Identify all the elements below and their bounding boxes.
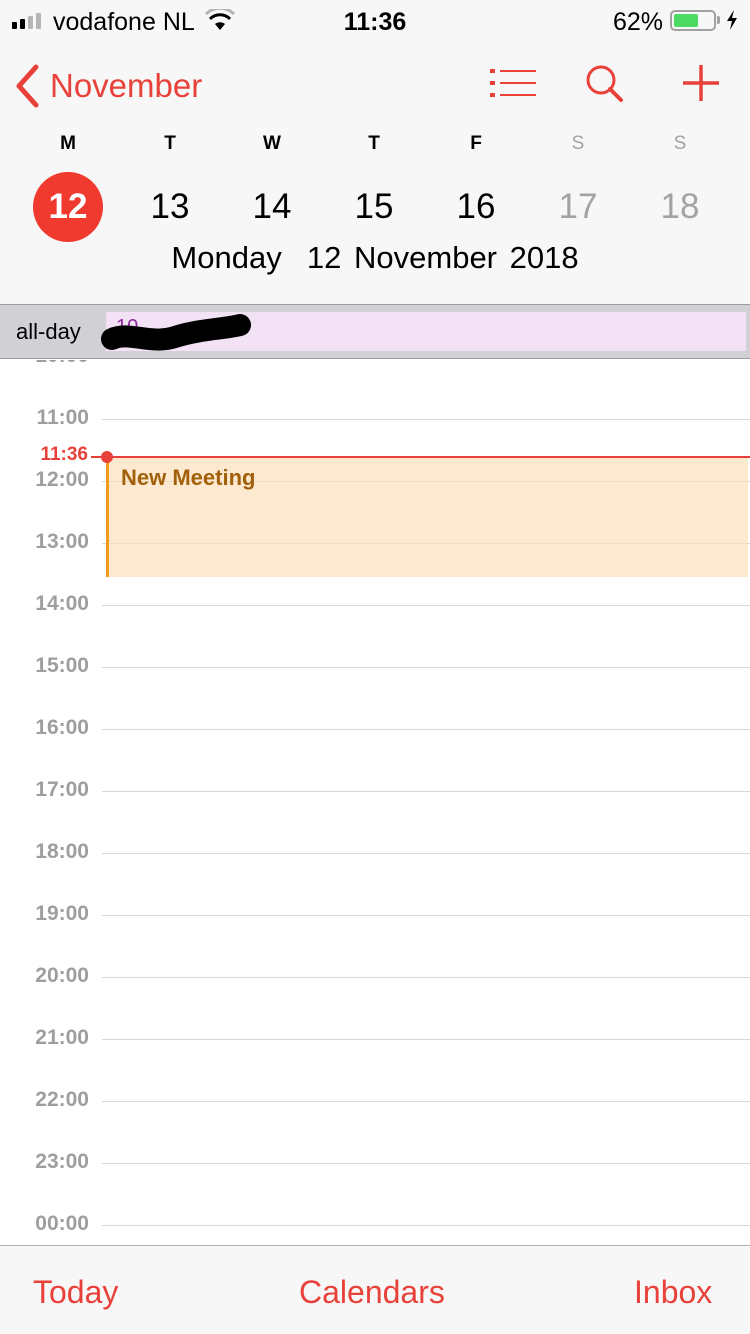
hour-gridline: [102, 1101, 750, 1102]
calendar-event[interactable]: New Meeting: [106, 456, 748, 578]
hour-label: 20:00: [35, 964, 89, 987]
hour-label: 21:00: [35, 1026, 89, 1049]
day-wednesday[interactable]: W 14: [221, 130, 323, 242]
hour-row: 21:00: [0, 1026, 750, 1049]
hour-label: 19:00: [35, 902, 89, 925]
hour-label: 18:00: [35, 840, 89, 863]
day-of-week: W: [263, 133, 281, 154]
hour-gridline: [102, 605, 750, 606]
day-number[interactable]: 18: [645, 172, 715, 242]
tab-bar: Today Calendars Inbox: [0, 1245, 750, 1334]
hour-label: 13:00: [35, 530, 89, 553]
navigation-bar: November: [0, 56, 750, 116]
day-number[interactable]: 17: [543, 172, 613, 242]
day-tuesday[interactable]: T 13: [119, 130, 221, 242]
back-label: November: [50, 67, 203, 104]
list-icon[interactable]: [490, 69, 538, 99]
hour-row: 14:00: [0, 592, 750, 615]
hour-row: 22:00: [0, 1088, 750, 1111]
day-friday[interactable]: F 16: [425, 130, 527, 242]
hour-gridline: [102, 977, 750, 978]
all-day-row: all-day 10: [0, 304, 750, 359]
hour-gridline: [102, 1225, 750, 1226]
hour-gridline: [102, 729, 750, 730]
hour-label: 00:00: [35, 1212, 89, 1235]
hour-gridline: [102, 853, 750, 854]
hour-row: 19:00: [0, 902, 750, 925]
current-time-indicator: 11:36: [0, 444, 750, 465]
current-time-label: 11:36: [40, 444, 88, 466]
hour-label: 11:00: [36, 406, 89, 429]
day-number[interactable]: 15: [339, 172, 409, 242]
event-hour-line: [109, 542, 748, 544]
header: vodafone NL 11:36 62% November M 12 T 13…: [0, 0, 750, 304]
day-saturday[interactable]: S 17: [527, 130, 629, 242]
day-timeline[interactable]: 10:00 11:00 12:00 13:00 14:00 15:00 16:00 17:00…: [0, 360, 750, 1245]
hour-row: 16:00: [0, 716, 750, 739]
day-of-week: T: [164, 133, 176, 154]
hour-label: 23:00: [35, 1150, 89, 1173]
battery-tip: [717, 16, 720, 24]
day-monday[interactable]: M 12: [17, 130, 119, 242]
status-bar: vodafone NL 11:36 62%: [0, 0, 750, 40]
event-title: New Meeting: [121, 465, 256, 491]
hour-label: 22:00: [35, 1088, 89, 1111]
day-sunday[interactable]: S 18: [629, 130, 731, 242]
hour-row: 20:00: [0, 964, 750, 987]
redaction-scribble: [101, 314, 251, 351]
plus-icon[interactable]: [682, 64, 720, 102]
day-of-week: F: [470, 133, 482, 154]
current-time-line: [107, 456, 750, 459]
hour-row: 15:00: [0, 654, 750, 677]
hour-label: 14:00: [35, 592, 89, 615]
hour-label: 12:00: [35, 468, 89, 491]
day-number[interactable]: 14: [237, 172, 307, 242]
hour-label: 10:00: [0, 360, 89, 368]
hour-label: 16:00: [35, 716, 89, 739]
day-of-week: M: [60, 133, 76, 154]
hour-label: 17:00: [35, 778, 89, 801]
hour-gridline: [102, 667, 750, 668]
hour-row: 17:00: [0, 778, 750, 801]
inbox-button[interactable]: Inbox: [634, 1274, 712, 1311]
day-number[interactable]: 16: [441, 172, 511, 242]
hour-row: 11:00: [0, 406, 750, 429]
day-number[interactable]: 12: [33, 172, 103, 242]
hour-row: 23:00: [0, 1150, 750, 1173]
hour-gridline: [102, 791, 750, 792]
hour-gridline: [102, 915, 750, 916]
today-button[interactable]: Today: [33, 1274, 118, 1311]
hour-row: 18:00: [0, 840, 750, 863]
charging-bolt-icon: [727, 10, 737, 30]
hour-gridline: [102, 419, 750, 420]
back-button[interactable]: November: [14, 64, 202, 108]
hour-label: 15:00: [35, 654, 89, 677]
battery-percent: 62%: [612, 8, 663, 36]
battery-icon: [670, 10, 716, 31]
chevron-left-icon: [16, 64, 39, 108]
current-time-tick: [91, 456, 101, 459]
search-icon[interactable]: [585, 64, 625, 104]
day-of-week: S: [673, 133, 687, 154]
day-number[interactable]: 13: [135, 172, 205, 242]
day-of-week: S: [571, 133, 585, 154]
hour-gridline: [102, 1163, 750, 1164]
hour-gridline: [102, 1039, 750, 1040]
day-thursday[interactable]: T 15: [323, 130, 425, 242]
selected-date-title: Monday 12 November 2018: [171, 240, 579, 275]
all-day-label: all-day: [16, 319, 81, 344]
hour-row: 00:00: [0, 1212, 750, 1235]
calendars-button[interactable]: Calendars: [299, 1274, 445, 1311]
day-of-week: T: [368, 133, 380, 154]
